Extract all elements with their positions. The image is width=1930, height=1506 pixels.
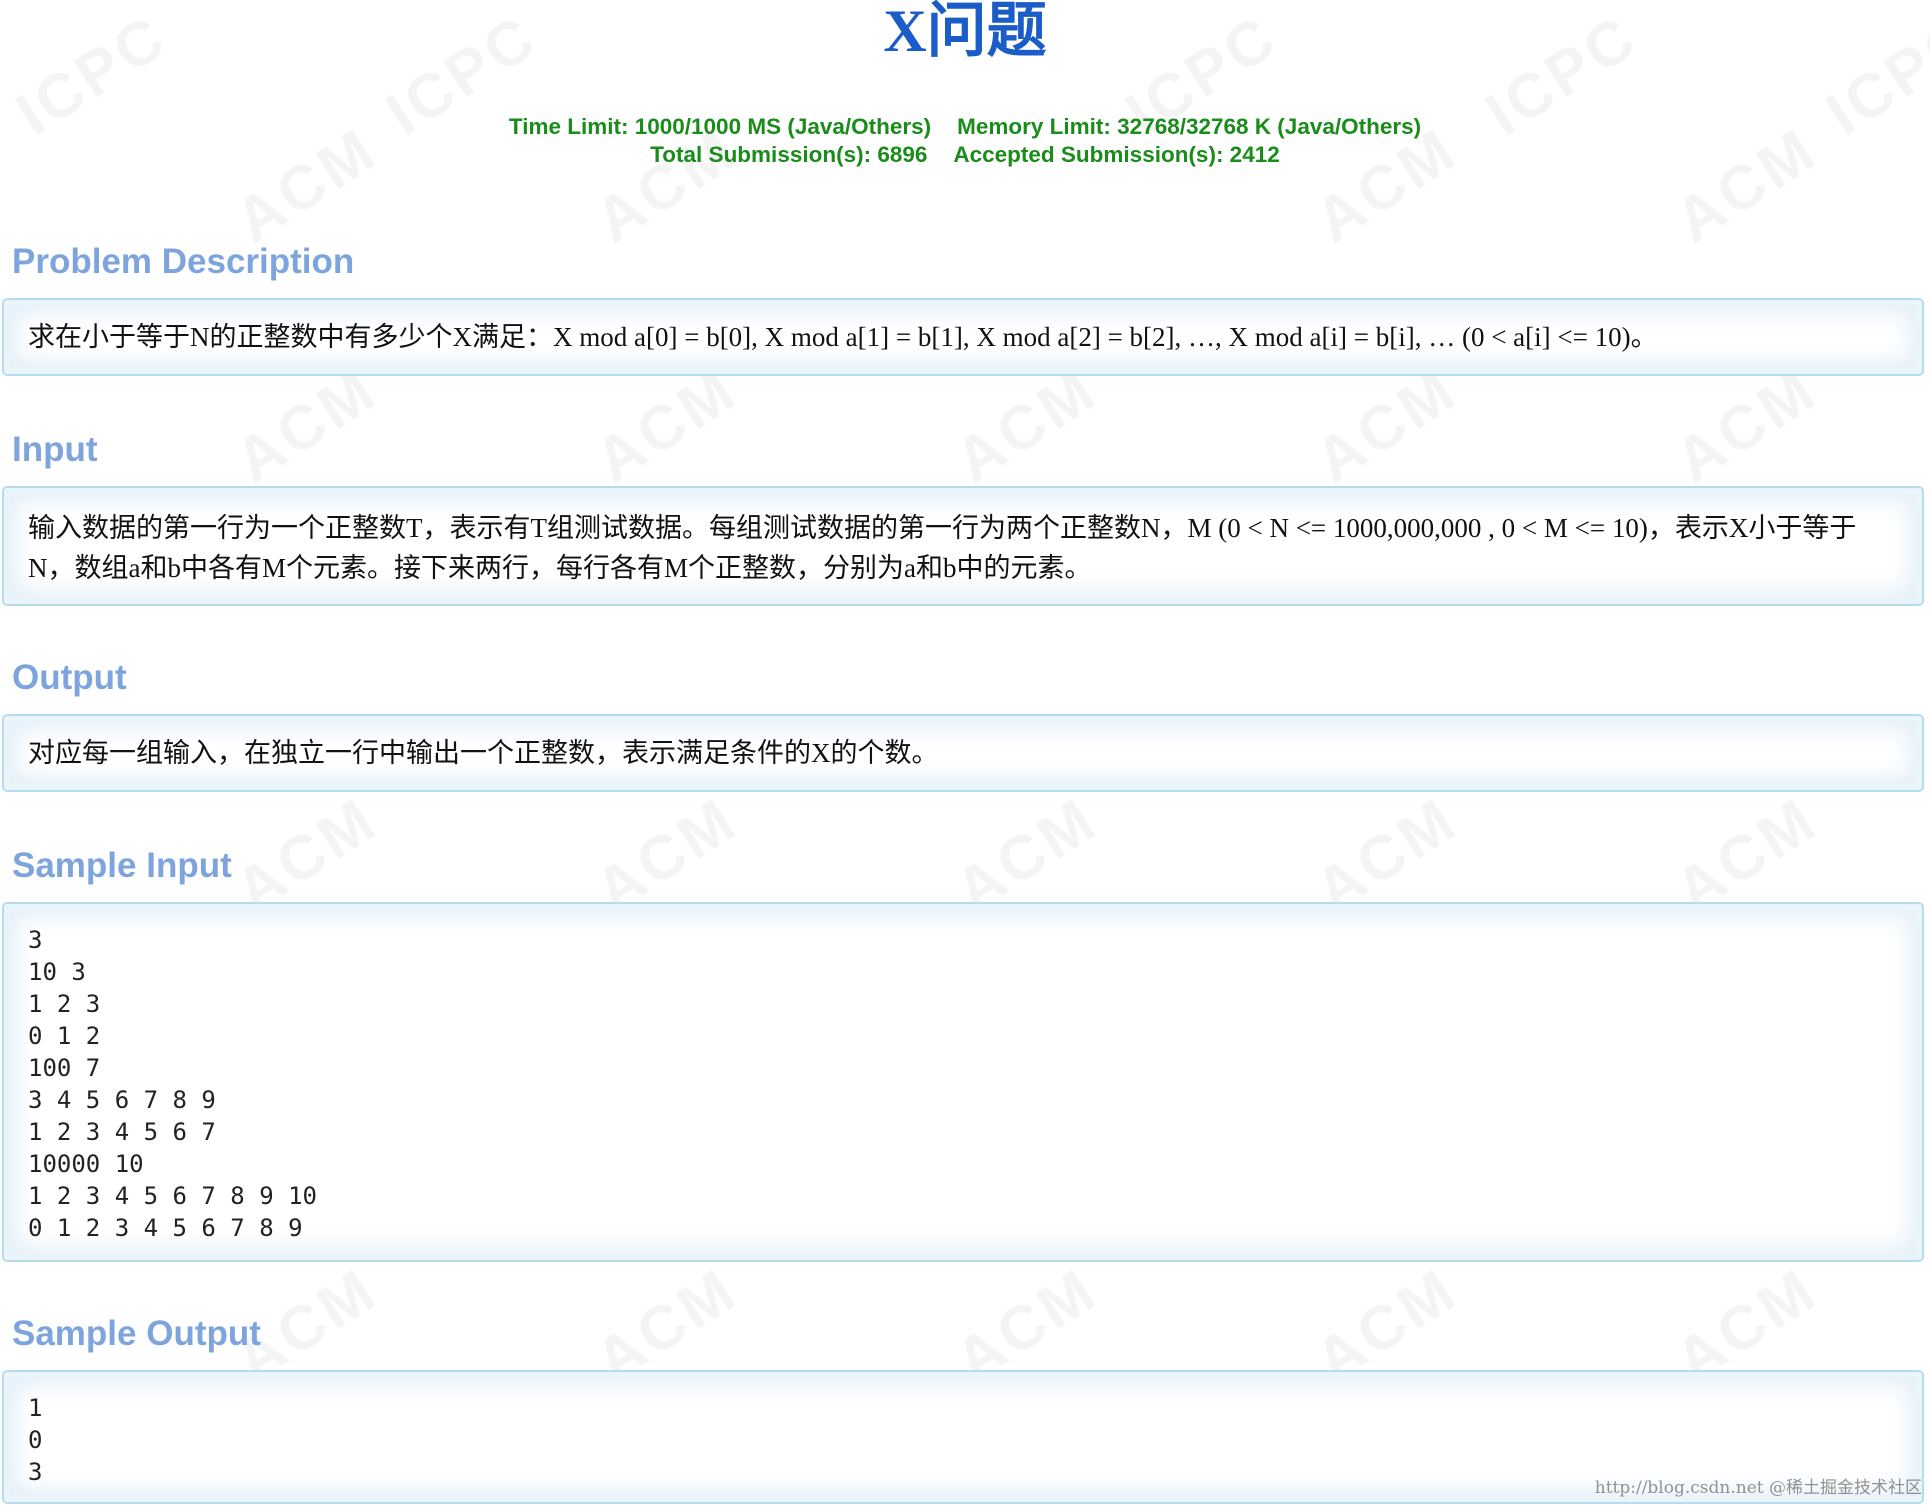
problem-limits: Time Limit: 1000/1000 MS (Java/Others) Me…: [0, 113, 1930, 169]
memory-limit: Memory Limit: 32768/32768 K (Java/Others…: [957, 114, 1422, 139]
output-panel: 对应每一组输入，在独立一行中输出一个正整数，表示满足条件的X的个数。: [2, 714, 1924, 792]
sample-output-heading: Sample Output: [12, 1314, 261, 1353]
watermark-credit: http://blog.csdn.net @稀土掘金技术社区: [1594, 1478, 1922, 1498]
problem-title: X问题: [883, 0, 1047, 64]
problem-page: X问题 Time Limit: 1000/1000 MS (Java/Other…: [0, 0, 1930, 1506]
input-text: 输入数据的第一行为一个正整数T，表示有T组测试数据。每组测试数据的第一行为两个正…: [28, 513, 1857, 583]
sample-input-code: 3 10 3 1 2 3 0 1 2 100 7 3 4 5 6 7 8 9 1…: [28, 926, 317, 1242]
total-submissions: Total Submission(s): 6896: [650, 142, 928, 167]
description-panel: 求在小于等于N的正整数中有多少个X满足：X mod a[0] = b[0], X…: [2, 298, 1924, 376]
description-text: 求在小于等于N的正整数中有多少个X满足：X mod a[0] = b[0], X…: [28, 322, 1658, 352]
submissions-row: Total Submission(s): 6896 Accepted Submis…: [0, 141, 1930, 169]
accepted-submissions: Accepted Submission(s): 2412: [953, 142, 1280, 167]
output-heading: Output: [12, 658, 127, 697]
input-panel: 输入数据的第一行为一个正整数T，表示有T组测试数据。每组测试数据的第一行为两个正…: [2, 486, 1924, 606]
input-heading: Input: [12, 430, 98, 469]
sample-input-panel: 3 10 3 1 2 3 0 1 2 100 7 3 4 5 6 7 8 9 1…: [2, 902, 1924, 1262]
sample-output-code: 1 0 3: [28, 1394, 43, 1486]
sample-input-heading: Sample Input: [12, 846, 232, 885]
description-heading: Problem Description: [12, 242, 355, 281]
limits-row: Time Limit: 1000/1000 MS (Java/Others) Me…: [0, 113, 1930, 141]
output-text: 对应每一组输入，在独立一行中输出一个正整数，表示满足条件的X的个数。: [28, 738, 939, 768]
time-limit: Time Limit: 1000/1000 MS (Java/Others): [508, 114, 932, 139]
